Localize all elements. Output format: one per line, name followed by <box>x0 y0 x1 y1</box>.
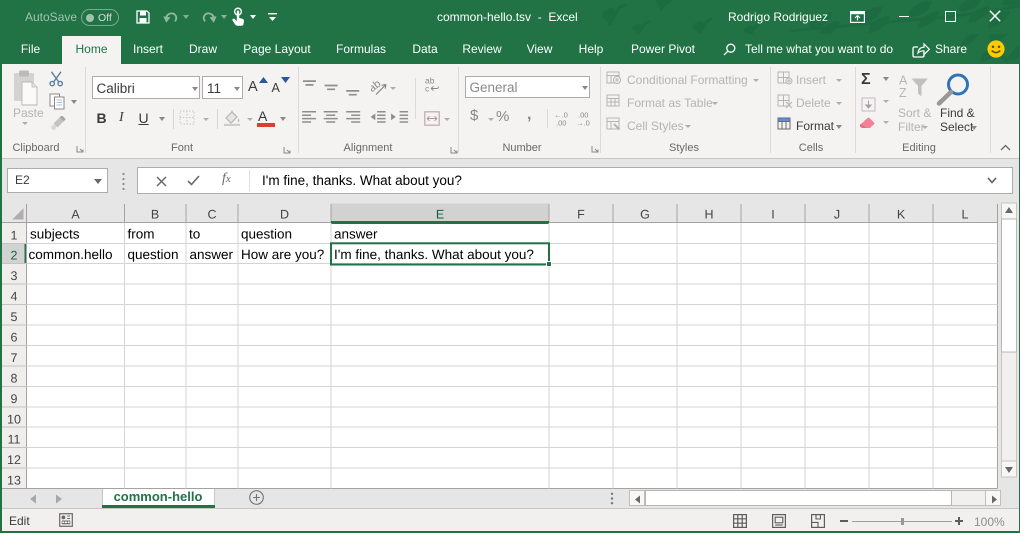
svg-text:13: 13 <box>7 474 21 488</box>
svg-text:12: 12 <box>7 453 21 467</box>
svg-text:A: A <box>71 207 80 221</box>
svg-text:question: question <box>241 227 292 242</box>
svg-text:C: C <box>207 207 216 221</box>
svg-text:How are you?: How are you? <box>241 247 324 262</box>
svg-text:→.0: →.0 <box>576 118 590 126</box>
svg-text:B: B <box>151 207 159 221</box>
svg-text:D: D <box>280 207 289 221</box>
svg-text:G: G <box>640 207 650 221</box>
svg-text:9: 9 <box>11 392 18 406</box>
svg-text:7: 7 <box>11 351 18 365</box>
svg-text:10: 10 <box>7 412 21 426</box>
svg-text:H: H <box>704 207 713 221</box>
svg-text:Z: Z <box>899 86 907 100</box>
svg-text:8: 8 <box>11 371 18 385</box>
svg-text:L: L <box>962 207 969 221</box>
svg-text:from: from <box>128 227 155 242</box>
svg-text:J: J <box>834 207 840 221</box>
svg-text:answer: answer <box>190 247 234 262</box>
svg-text:.00: .00 <box>556 118 566 126</box>
svg-text:1: 1 <box>11 228 18 242</box>
svg-text:11: 11 <box>8 433 21 447</box>
svg-text:I: I <box>771 207 774 221</box>
svg-text:common.hello: common.hello <box>29 247 113 262</box>
svg-text:F: F <box>577 207 585 221</box>
svg-text:K: K <box>897 207 906 221</box>
svg-text:to: to <box>189 227 200 242</box>
svg-text:I'm fine, thanks. What about y: I'm fine, thanks. What about you? <box>334 247 534 262</box>
svg-text:question: question <box>128 247 179 262</box>
svg-text:subjects: subjects <box>30 227 80 242</box>
svg-text:3: 3 <box>11 269 18 283</box>
svg-text:5: 5 <box>11 310 18 324</box>
svg-text:answer: answer <box>334 227 378 242</box>
svg-text:6: 6 <box>11 331 18 345</box>
svg-text:E: E <box>436 207 444 221</box>
svg-text:4: 4 <box>11 290 18 304</box>
svg-text:2: 2 <box>11 249 18 263</box>
